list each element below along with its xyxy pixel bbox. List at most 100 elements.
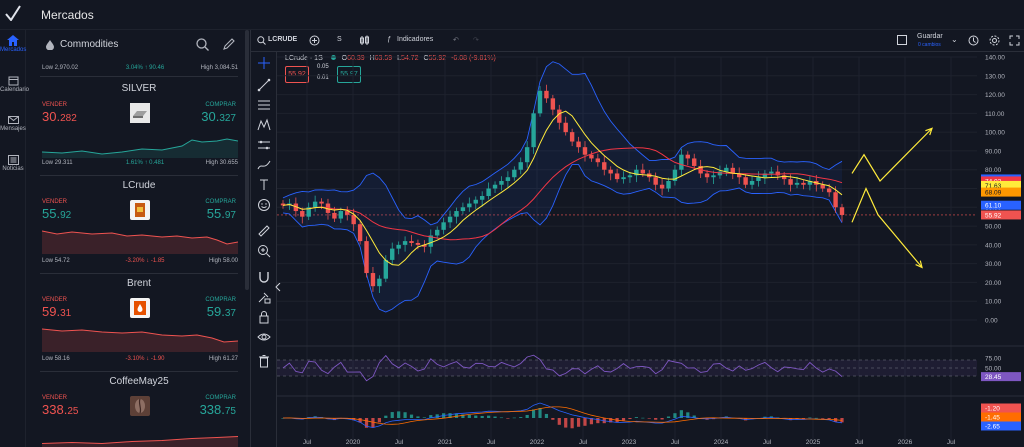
instrument-card-silver[interactable]: SILVER VENDER COMPRAR 30.282 30.327 Low … xyxy=(40,78,238,174)
candle-body xyxy=(608,169,613,174)
interval-button[interactable]: S xyxy=(337,36,342,43)
candle-body xyxy=(512,169,517,178)
candle-body xyxy=(788,179,793,185)
buy-price[interactable]: 338.75 xyxy=(200,402,236,417)
magnet-icon[interactable] xyxy=(257,270,271,284)
candle-type-icon[interactable] xyxy=(359,35,370,46)
sell-price[interactable]: 30.282 xyxy=(42,109,77,124)
candle-body xyxy=(801,182,806,185)
time-tick-label: 2024 xyxy=(714,439,729,446)
buy-price[interactable]: 30.327 xyxy=(201,109,236,124)
candle-body xyxy=(377,278,382,287)
price-tick-label: 20.00 xyxy=(985,280,1002,287)
eye-icon[interactable] xyxy=(257,330,271,344)
app-window: Mercados Mercados Calendario Mensajes No… xyxy=(0,0,1024,447)
time-axis: Jul 2020 Jul 2021 Jul 2022 Jul 2023 Jul 2024 Jul 20… xyxy=(303,439,956,446)
silver-bar-icon xyxy=(130,103,150,123)
category-title[interactable]: Commodities xyxy=(60,39,118,50)
lcrude-sparkline xyxy=(42,230,238,254)
macd-histogram-bar xyxy=(641,417,645,419)
search-icon[interactable] xyxy=(257,36,266,45)
ruler-icon[interactable] xyxy=(257,224,271,238)
candle-body xyxy=(312,201,318,208)
sell-price[interactable]: 338.25 xyxy=(42,402,78,417)
candle-body xyxy=(769,171,774,174)
price-minor: 75 xyxy=(224,406,236,417)
time-tick-label: Jul xyxy=(395,439,404,446)
layout-icon[interactable] xyxy=(897,35,907,45)
settings-icon[interactable] xyxy=(989,35,1000,46)
trash-icon[interactable] xyxy=(257,354,271,368)
candle-body xyxy=(390,248,395,260)
brush-icon[interactable] xyxy=(257,158,271,172)
indicators-icon[interactable]: ƒ xyxy=(387,36,391,43)
candle-body xyxy=(679,154,684,170)
time-tick-label: Jul xyxy=(855,439,864,446)
price-chart[interactable]: 140.00 130.00 120.00 110.00 100.00 90.00 80.00… xyxy=(277,52,1024,447)
fullscreen-icon[interactable] xyxy=(1009,35,1020,46)
price-tick-label: 90.00 xyxy=(985,148,1002,155)
instrument-name: Brent xyxy=(127,278,151,289)
nav-item-mensajes[interactable]: Mensajes xyxy=(0,115,26,145)
instrument-name: SILVER xyxy=(121,83,157,94)
macd-tag-label: -1.20 xyxy=(985,406,1000,413)
pattern-icon[interactable] xyxy=(257,118,271,132)
instrument-card-coffee[interactable]: CoffeeMay25 VENDER COMPRAR 338.25 338.75 xyxy=(40,372,238,447)
rsi-tick-label: 75.00 xyxy=(985,356,1002,363)
candle-body xyxy=(544,90,549,99)
stat-high: High 58.00 xyxy=(208,258,238,264)
alert-icon[interactable] xyxy=(968,35,979,46)
candle-body xyxy=(300,211,305,217)
lock-drawing-icon[interactable] xyxy=(257,290,271,304)
sell-label: VENDER xyxy=(42,395,68,401)
symbol-search[interactable]: LCRUDE xyxy=(268,36,297,43)
redo-icon[interactable]: ↷ xyxy=(473,36,479,44)
price-minor: 327 xyxy=(219,113,236,124)
lock-icon[interactable] xyxy=(257,310,271,324)
stat-high: High 3,084.51 xyxy=(200,65,238,71)
macd-histogram-bar xyxy=(403,412,407,418)
time-tick-label: 2022 xyxy=(530,439,545,446)
sell-label: VENDER xyxy=(42,102,68,108)
scrollbar-thumb[interactable] xyxy=(245,30,249,290)
edit-icon[interactable] xyxy=(222,38,235,51)
fib-retracement-icon[interactable] xyxy=(257,98,271,112)
text-tool-icon[interactable] xyxy=(257,178,271,192)
nav-item-noticias[interactable]: Noticias xyxy=(0,155,26,185)
watchlist-panel: Commodities Low 2,970.02 3.04% ↑ 90.46 H… xyxy=(36,30,244,447)
price-tick-label: 140.00 xyxy=(985,55,1005,62)
sell-price[interactable]: 55.92 xyxy=(42,206,71,221)
nav-item-calendario[interactable]: Calendario xyxy=(0,75,29,105)
emoji-icon[interactable] xyxy=(257,198,271,212)
instrument-card-lcrude[interactable]: LCrude VENDER COMPRAR 55.92 55.97 Low 54… xyxy=(40,176,238,272)
trend-line-icon[interactable] xyxy=(257,78,271,92)
macd-histogram-bar xyxy=(666,416,671,418)
zoom-in-icon[interactable] xyxy=(257,244,271,258)
nav-item-mercados[interactable]: Mercados xyxy=(0,35,26,65)
crosshair-icon[interactable] xyxy=(257,56,271,70)
price-tag-label: 55.92 xyxy=(985,212,1002,219)
stat-change: -3.10% ↓ -1.90 xyxy=(125,356,165,362)
price-tick-label: 40.00 xyxy=(985,242,1002,249)
macd-histogram-bar xyxy=(544,413,549,418)
candle-body xyxy=(589,154,594,159)
stat-change: 1.61% ↑ 0.481 xyxy=(125,160,165,166)
sell-price[interactable]: 59.31 xyxy=(42,304,71,319)
price-tick-label: 50.00 xyxy=(985,224,1002,231)
candle-body xyxy=(582,147,588,155)
add-compare-icon[interactable] xyxy=(309,35,320,46)
nav-label: Noticias xyxy=(2,166,24,172)
search-icon[interactable] xyxy=(196,38,209,51)
candle-body xyxy=(505,177,511,181)
save-button[interactable]: Guardar xyxy=(917,33,943,40)
buy-price[interactable]: 55.97 xyxy=(207,206,236,221)
buy-price[interactable]: 59.37 xyxy=(207,304,236,319)
instrument-card-brent[interactable]: Brent VENDER COMPRAR 59.31 59.37 Low 58.… xyxy=(40,274,238,370)
forecast-icon[interactable] xyxy=(257,138,271,152)
chevron-down-icon[interactable]: ⌄ xyxy=(951,35,958,44)
indicators-button[interactable]: Indicadores xyxy=(397,36,433,43)
undo-icon[interactable]: ↶ xyxy=(453,36,459,44)
stat-low: Low 58.16 xyxy=(42,356,70,362)
price-major: 59. xyxy=(206,304,225,319)
price-tick-label: 10.00 xyxy=(985,299,1002,306)
